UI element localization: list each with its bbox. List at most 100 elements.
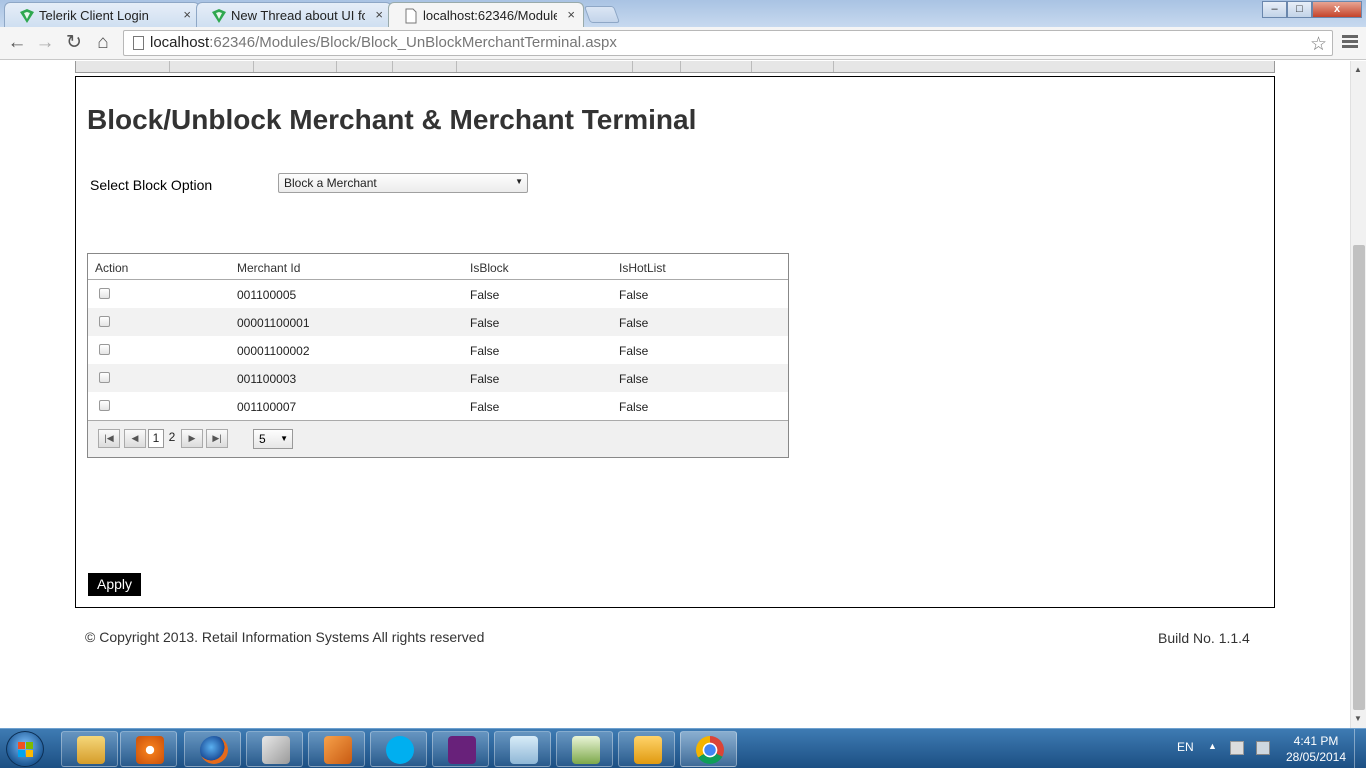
table-row: 001100003 False False	[88, 364, 788, 392]
chrome-icon	[696, 736, 724, 764]
content-panel: Block/Unblock Merchant & Merchant Termin…	[75, 76, 1275, 608]
taskbar-visual-studio[interactable]	[432, 731, 489, 767]
tab-close-icon[interactable]: ×	[183, 7, 191, 22]
previous-page-icon[interactable]: ◀	[124, 429, 146, 448]
top-menu-strip	[75, 61, 1275, 73]
row-checkbox[interactable]	[99, 400, 110, 411]
footer-build-number: Build No. 1.1.4	[1158, 630, 1250, 646]
network-warning-icon[interactable]	[1230, 741, 1244, 755]
page-size-select[interactable]: 5 ▼	[253, 429, 293, 449]
taskbar-notepad[interactable]	[494, 731, 551, 767]
first-page-icon[interactable]: |◀	[98, 429, 120, 448]
telerik-logo-icon	[212, 9, 226, 23]
forward-arrow-icon[interactable]: →	[34, 33, 56, 53]
tray-expand-icon[interactable]: ▲	[1208, 741, 1217, 751]
browser-tabstrip: Telerik Client Login × New Thread about …	[0, 0, 1366, 27]
url-text[interactable]: localhost:62346/Modules/Block/Block_UnBl…	[150, 34, 617, 51]
table-row: 001100007 False False	[88, 392, 788, 420]
action-center-icon[interactable]	[1256, 741, 1270, 755]
isblock-cell: False	[470, 344, 500, 358]
page-scrollbar[interactable]: ▲ ▼	[1350, 61, 1366, 728]
sublime-text-icon	[324, 736, 352, 764]
isblock-cell: False	[470, 316, 500, 330]
row-checkbox[interactable]	[99, 372, 110, 383]
scroll-up-icon[interactable]: ▲	[1354, 65, 1362, 74]
column-header-merchant-id[interactable]: Merchant Id	[237, 261, 300, 275]
page-number-link[interactable]: 2	[166, 429, 178, 448]
clock-date: 28/05/2014	[1285, 750, 1347, 764]
home-icon[interactable]: ⌂	[92, 33, 114, 53]
tools-icon	[262, 736, 290, 764]
table-row: 00001100001 False False	[88, 308, 788, 336]
address-bar[interactable]: localhost:62346/Modules/Block/Block_UnBl…	[123, 30, 1333, 56]
grid-pager: |◀ ◀ 1 2 ▶ ▶| 5 ▼	[88, 420, 788, 457]
folder-icon	[77, 736, 105, 764]
isblock-cell: False	[470, 372, 500, 386]
merchant-id-cell: 001100003	[237, 372, 297, 386]
tab-title: Telerik Client Login	[39, 8, 149, 23]
menu-icon[interactable]	[1342, 35, 1358, 50]
apply-button[interactable]: Apply	[88, 573, 141, 596]
column-header-action[interactable]: Action	[95, 261, 128, 275]
bookmark-star-icon[interactable]: ☆	[1310, 33, 1327, 56]
visual-studio-icon	[448, 736, 476, 764]
notepad-icon	[510, 736, 538, 764]
merchant-id-cell: 001100005	[237, 288, 297, 302]
table-row: 00001100002 False False	[88, 336, 788, 364]
taskbar-firefox[interactable]	[184, 731, 241, 767]
tab-new-thread[interactable]: New Thread about UI for ASP.NET AJAX ×	[196, 2, 392, 27]
page-document-icon	[405, 8, 417, 24]
taskbar-skype[interactable]	[370, 731, 427, 767]
tab-close-icon[interactable]: ×	[375, 7, 383, 22]
firefox-icon	[200, 736, 228, 764]
ishotlist-cell: False	[619, 316, 649, 330]
window-minimize-button[interactable]: –	[1262, 1, 1287, 18]
row-checkbox[interactable]	[99, 316, 110, 327]
browser-toolbar: ← → ↻ ⌂ localhost:62346/Modules/Block/Bl…	[0, 27, 1366, 60]
tab-localhost[interactable]: localhost:62346/Modules/Block/Block_UnBl…	[388, 2, 584, 27]
merchant-grid: Action Merchant Id IsBlock IsHotList 001…	[87, 253, 789, 458]
skype-icon	[386, 736, 414, 764]
taskbar-sublime-text[interactable]	[308, 731, 365, 767]
window-close-button[interactable]: x	[1312, 1, 1362, 18]
window-maximize-button[interactable]: □	[1287, 1, 1312, 18]
isblock-cell: False	[470, 400, 500, 414]
project-icon	[572, 736, 600, 764]
next-page-icon[interactable]: ▶	[181, 429, 203, 448]
scroll-down-icon[interactable]: ▼	[1354, 714, 1362, 723]
taskbar-clock[interactable]: 4:41 PM 28/05/2014	[1283, 733, 1349, 765]
table-row: 001100005 False False	[88, 280, 788, 308]
column-header-ishotlist[interactable]: IsHotList	[619, 261, 666, 275]
column-header-isblock[interactable]: IsBlock	[470, 261, 509, 275]
telerik-logo-icon	[20, 9, 34, 23]
tab-close-icon[interactable]: ×	[567, 7, 575, 22]
merchant-id-cell: 001100007	[237, 400, 297, 414]
media-player-icon	[136, 736, 164, 764]
language-indicator[interactable]: EN	[1177, 740, 1194, 754]
ishotlist-cell: False	[619, 344, 649, 358]
page-size-value: 5	[259, 432, 266, 446]
block-option-value: Block a Merchant	[284, 176, 377, 190]
start-button[interactable]	[6, 731, 44, 767]
taskbar-media-player[interactable]	[120, 731, 177, 767]
block-option-select[interactable]: Block a Merchant ▼	[278, 173, 528, 193]
show-desktop-button[interactable]	[1354, 729, 1366, 768]
outlook-icon	[634, 736, 662, 764]
back-arrow-icon[interactable]: ←	[6, 33, 28, 53]
taskbar-outlook[interactable]	[618, 731, 675, 767]
new-tab-button[interactable]	[583, 6, 621, 23]
chevron-down-icon: ▼	[515, 177, 523, 186]
tab-telerik-login[interactable]: Telerik Client Login ×	[4, 2, 200, 27]
reload-icon[interactable]: ↻	[63, 33, 85, 53]
row-checkbox[interactable]	[99, 344, 110, 355]
taskbar-chrome[interactable]	[680, 731, 737, 767]
tab-title: New Thread about UI for ASP.NET AJAX	[231, 8, 365, 23]
row-checkbox[interactable]	[99, 288, 110, 299]
page-number-current[interactable]: 1	[148, 429, 164, 448]
windows-taskbar: EN ▲ 4:41 PM 28/05/2014	[0, 728, 1366, 768]
taskbar-tools[interactable]	[246, 731, 303, 767]
last-page-icon[interactable]: ▶|	[206, 429, 228, 448]
scroll-thumb[interactable]	[1353, 245, 1365, 710]
taskbar-project[interactable]	[556, 731, 613, 767]
taskbar-windows-explorer[interactable]	[61, 731, 118, 767]
